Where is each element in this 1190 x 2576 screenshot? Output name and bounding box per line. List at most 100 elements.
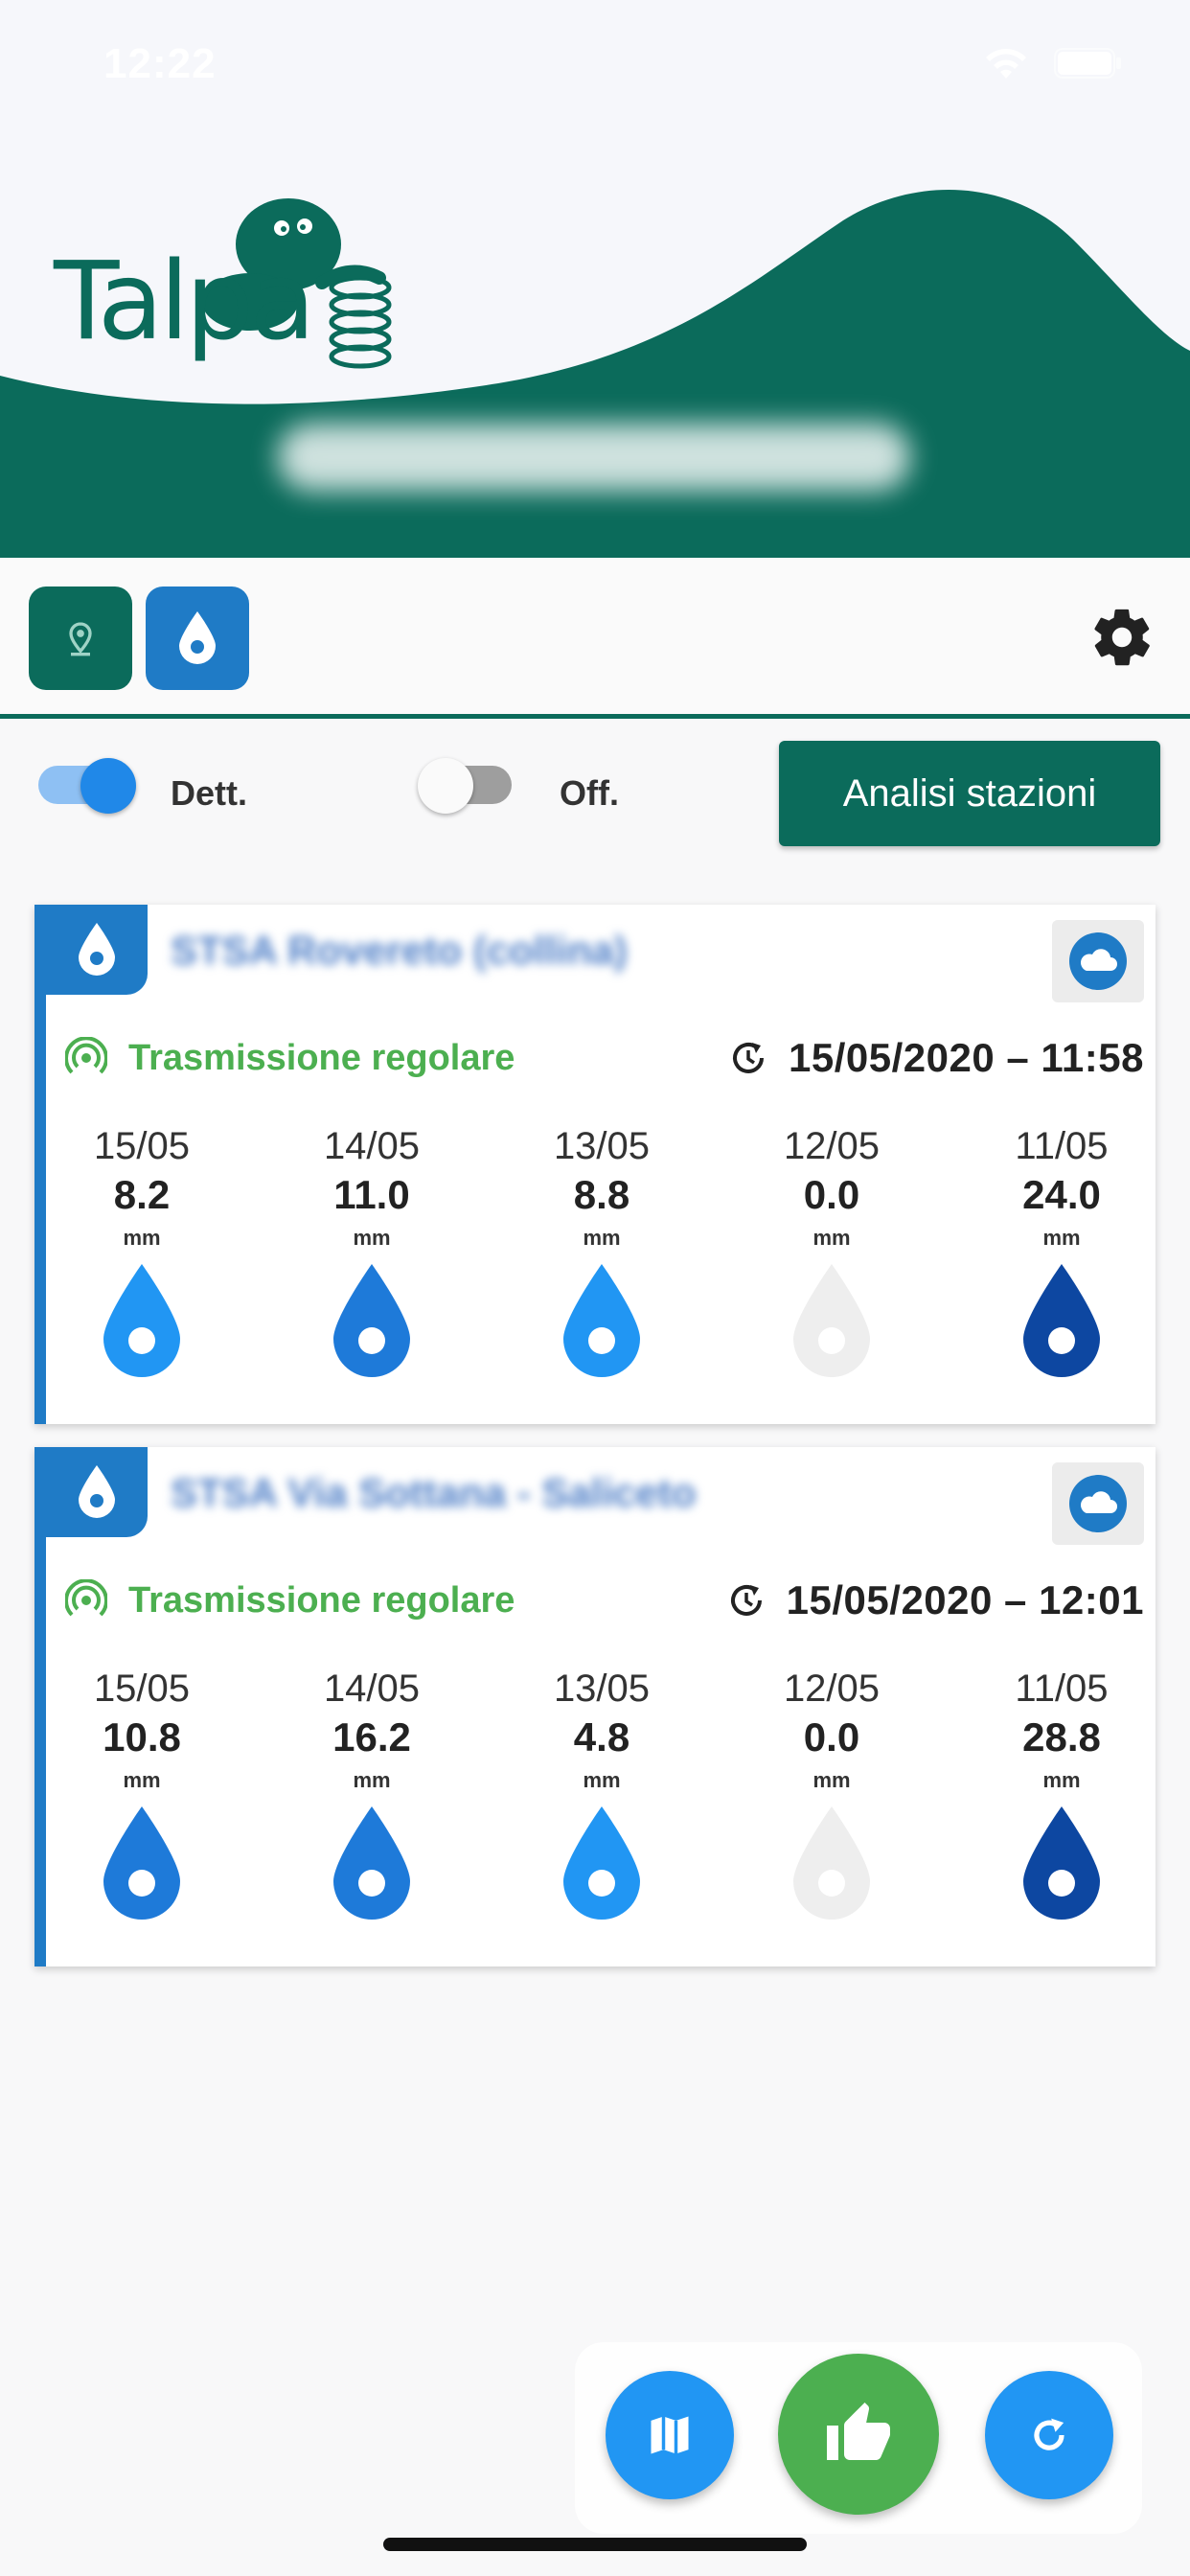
transmission-status: Trasmissione regolare	[65, 1579, 515, 1622]
station-card[interactable]: STSA Rovereto (collina) Trasmissione reg…	[34, 905, 1156, 1424]
station-card[interactable]: STSA Via Sottana - Saliceto Trasmissione…	[34, 1447, 1156, 1966]
water-drop-icon	[333, 1264, 410, 1377]
reading-unit: mm	[1042, 1226, 1081, 1250]
thumbs-up-icon	[827, 2403, 890, 2460]
rain-level-drop	[966, 1262, 1156, 1381]
weather-button[interactable]	[1052, 920, 1144, 1002]
history-icon	[732, 1043, 764, 1073]
toolbar	[0, 558, 1190, 719]
reading-unit: mm	[123, 1768, 161, 1792]
last-update: 15/05/2020 – 11:58	[729, 1035, 1144, 1081]
reading-value: 0.0	[803, 1714, 860, 1760]
rain-gauge-button[interactable]	[146, 586, 249, 690]
daily-reading: 15/05 10.8 mm	[46, 1668, 238, 1923]
daily-reading: 14/05 11.0 mm	[276, 1125, 468, 1381]
water-drop-icon	[79, 1465, 115, 1518]
water-drop-icon	[1023, 1806, 1100, 1920]
refresh-button[interactable]	[985, 2371, 1113, 2499]
map-button[interactable]	[606, 2371, 734, 2499]
rain-level-drop	[506, 1262, 698, 1381]
water-drop-icon	[563, 1264, 640, 1377]
rain-level-drop	[276, 1262, 468, 1381]
reading-unit: mm	[812, 1768, 851, 1792]
reading-date: 13/05	[553, 1125, 651, 1167]
signal-icon	[65, 1037, 107, 1074]
reading-unit: mm	[353, 1226, 391, 1250]
reading-date: 14/05	[323, 1125, 421, 1167]
rain-level-drop	[966, 1805, 1156, 1923]
reading-value: 0.0	[803, 1172, 860, 1217]
weather-button[interactable]	[1052, 1462, 1144, 1545]
reading-date: 15/05	[93, 1125, 191, 1167]
rain-level-drop	[506, 1805, 698, 1923]
location-pin-icon	[69, 622, 92, 656]
readings-row: 15/05 8.2 mm 14/05 11.0 mm 13/05 8.8 mm 12/05 0.0 m…	[46, 1125, 1156, 1413]
status-text: Trasmissione regolare	[128, 1037, 515, 1078]
reading-value: 8.2	[113, 1172, 171, 1217]
status-time: 12:22	[103, 40, 217, 87]
daily-reading: 11/05 28.8 mm	[966, 1668, 1156, 1923]
offline-toggle-knob	[418, 758, 473, 814]
update-time: 15/05/2020 – 12:01	[786, 1577, 1144, 1622]
daily-reading: 11/05 24.0 mm	[966, 1125, 1156, 1381]
filter-controls: Dett. Off. Analisi stazioni	[0, 724, 1190, 858]
reading-unit: mm	[583, 1768, 621, 1792]
reading-value: 4.8	[573, 1714, 630, 1760]
status-icons	[983, 46, 1123, 80]
reading-date: 14/05	[323, 1668, 421, 1710]
header: 12:22 Talpa	[0, 0, 1190, 558]
rain-level-drop	[276, 1805, 468, 1923]
signal-icon	[65, 1579, 107, 1617]
reading-unit: mm	[353, 1768, 391, 1792]
rain-level-drop	[46, 1805, 238, 1923]
water-drop-icon	[179, 611, 216, 664]
home-indicator	[383, 2538, 807, 2551]
readings-row: 15/05 10.8 mm 14/05 16.2 mm 13/05 4.8 mm 12/05 0.0…	[46, 1668, 1156, 1955]
water-drop-icon	[793, 1806, 870, 1920]
station-type-badge	[46, 1447, 148, 1537]
water-drop-icon	[103, 1264, 180, 1377]
rain-level-drop	[46, 1262, 238, 1381]
offline-toggle[interactable]	[418, 758, 512, 814]
daily-reading: 14/05 16.2 mm	[276, 1668, 468, 1923]
reading-date: 13/05	[553, 1668, 651, 1710]
reading-unit: mm	[583, 1226, 621, 1250]
daily-reading: 13/05 8.8 mm	[506, 1125, 698, 1381]
reading-value: 8.8	[573, 1172, 630, 1217]
refresh-icon	[1034, 2418, 1064, 2450]
reading-date: 15/05	[93, 1668, 191, 1710]
reading-value: 28.8	[1022, 1714, 1101, 1760]
location-button[interactable]	[29, 586, 132, 690]
water-drop-icon	[1023, 1264, 1100, 1377]
reading-value: 16.2	[332, 1714, 411, 1760]
status-text: Trasmissione regolare	[128, 1579, 515, 1621]
details-toggle-knob	[80, 758, 136, 814]
water-drop-icon	[79, 923, 115, 976]
offline-label: Off.	[560, 773, 619, 813]
thumbs-up-button[interactable]	[778, 2354, 939, 2515]
daily-reading: 12/05 0.0 mm	[736, 1125, 927, 1381]
water-drop-icon	[333, 1806, 410, 1920]
reading-date: 11/05	[1015, 1125, 1109, 1167]
water-drop-icon	[793, 1264, 870, 1377]
water-drop-icon	[103, 1806, 180, 1920]
reading-date: 12/05	[783, 1125, 881, 1167]
analysis-button[interactable]: Analisi stazioni	[779, 741, 1160, 846]
update-time: 15/05/2020 – 11:58	[788, 1035, 1144, 1080]
station-name: STSA Rovereto (collina)	[171, 928, 628, 973]
gear-icon[interactable]	[1088, 604, 1156, 671]
rain-level-drop	[736, 1262, 927, 1381]
rain-level-drop	[736, 1805, 927, 1923]
reading-value: 10.8	[103, 1714, 181, 1760]
reading-value: 11.0	[333, 1172, 410, 1217]
details-toggle[interactable]	[38, 758, 136, 814]
station-type-badge	[46, 905, 148, 995]
battery-icon	[1054, 48, 1121, 79]
talpa-logo: Talpa	[54, 192, 392, 369]
cloud-icon	[1069, 1475, 1127, 1532]
daily-reading: 13/05 4.8 mm	[506, 1668, 698, 1923]
map-icon	[651, 2416, 689, 2454]
reading-value: 24.0	[1022, 1172, 1101, 1217]
logo-text: Talpa	[54, 240, 315, 364]
cloud-icon	[1069, 932, 1127, 990]
